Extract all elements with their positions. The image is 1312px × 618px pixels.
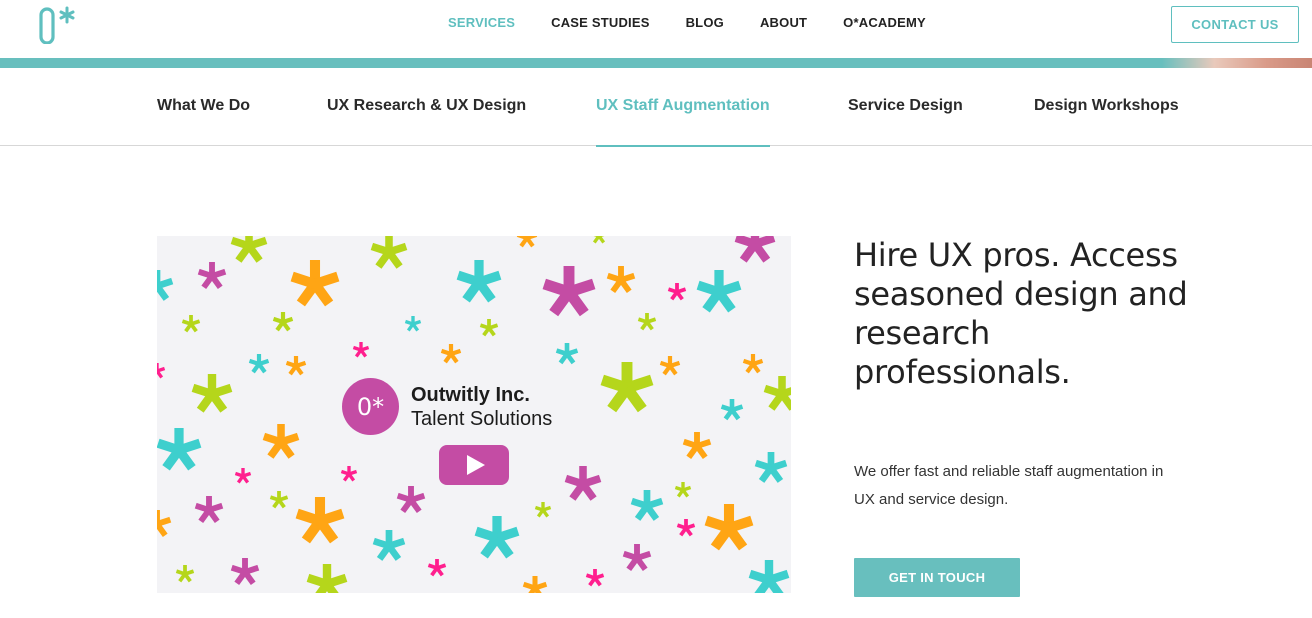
asterisk-icon — [396, 486, 426, 514]
asterisk-icon — [564, 466, 602, 501]
asterisk-icon — [175, 565, 195, 583]
video-thumbnail[interactable]: 0* Outwitly Inc. Talent Solutions — [157, 236, 791, 593]
play-icon — [467, 455, 485, 475]
asterisk-icon — [676, 519, 696, 537]
asterisk-icon — [622, 544, 652, 572]
main-nav: SERVICES CASE STUDIES BLOG ABOUT O*ACADE… — [430, 0, 944, 46]
asterisk-icon — [630, 490, 664, 521]
asterisk-icon — [230, 558, 260, 586]
asterisk-icon — [427, 559, 447, 577]
nav-about[interactable]: ABOUT — [742, 0, 825, 46]
subnav-ux-research-design[interactable]: UX Research & UX Design — [327, 68, 526, 146]
asterisk-icon — [637, 313, 657, 331]
play-button[interactable] — [439, 445, 509, 485]
asterisk-icon — [181, 315, 201, 333]
asterisk-icon — [592, 236, 606, 244]
nav-case-studies[interactable]: CASE STUDIES — [533, 0, 667, 46]
asterisk-icon — [667, 283, 687, 301]
asterisk-icon — [720, 399, 744, 421]
asterisk-icon — [742, 354, 764, 374]
asterisk-icon — [479, 319, 499, 337]
asterisk-icon — [585, 569, 605, 587]
asterisk-icon — [197, 262, 227, 290]
asterisk-icon — [522, 576, 548, 593]
header-accent-bar — [0, 58, 1312, 68]
asterisk-icon — [272, 312, 294, 332]
asterisk-icon — [555, 343, 579, 365]
nav-blog[interactable]: BLOG — [668, 0, 742, 46]
nav-services[interactable]: SERVICES — [430, 0, 533, 46]
asterisk-icon — [306, 564, 348, 593]
asterisk-icon — [269, 491, 289, 509]
asterisk-icon — [404, 316, 422, 332]
asterisk-icon — [290, 260, 340, 307]
asterisk-icon — [230, 236, 268, 263]
get-in-touch-button[interactable]: GET IN TOUCH — [854, 558, 1020, 597]
brand-name: Outwitly Inc. — [411, 383, 530, 406]
asterisk-icon — [696, 270, 742, 313]
nav-academy[interactable]: O*ACADEMY — [825, 0, 944, 46]
brand-logo-icon: 0* — [342, 378, 399, 435]
asterisk-icon — [340, 466, 358, 482]
asterisk-icon — [285, 356, 307, 376]
asterisk-icon — [763, 376, 791, 411]
asterisk-icon — [682, 432, 712, 460]
asterisk-icon — [516, 236, 538, 248]
asterisk-icon — [248, 354, 270, 374]
asterisk-icon — [456, 260, 502, 303]
brand-tagline: Talent Solutions — [411, 407, 553, 430]
asterisk-icon — [474, 516, 520, 559]
asterisk-icon — [600, 362, 654, 413]
asterisk-icon — [157, 428, 202, 471]
subnav-what-we-do[interactable]: What We Do — [157, 68, 250, 146]
asterisk-icon — [262, 424, 300, 459]
asterisk-icon — [295, 497, 345, 544]
subnav-design-workshops[interactable]: Design Workshops — [1034, 68, 1179, 146]
asterisk-icon — [352, 342, 370, 358]
asterisk-icon — [606, 266, 636, 294]
asterisk-icon — [674, 482, 692, 498]
brand-text: Outwitly Inc. Talent Solutions — [411, 383, 552, 431]
services-subnav: What We Do UX Research & UX Design UX St… — [0, 68, 1312, 147]
asterisk-icon — [194, 496, 224, 524]
asterisk-icon — [157, 270, 174, 301]
asterisk-icon — [440, 344, 462, 364]
video-brand: 0* Outwitly Inc. Talent Solutions — [342, 378, 552, 435]
asterisk-icon — [704, 504, 754, 551]
asterisk-icon — [372, 530, 406, 561]
asterisk-icon — [534, 502, 552, 518]
asterisk-icon — [370, 236, 408, 269]
top-header: SERVICES CASE STUDIES BLOG ABOUT O*ACADE… — [0, 0, 1312, 58]
asterisk-icon — [157, 363, 166, 379]
hero-description: We offer fast and reliable staff augment… — [854, 463, 1164, 508]
subnav-service-design[interactable]: Service Design — [848, 68, 963, 146]
asterisk-icon — [754, 452, 788, 483]
asterisk-icon — [157, 510, 172, 538]
subnav-ux-staff-augmentation[interactable]: UX Staff Augmentation — [596, 68, 770, 147]
asterisk-icon — [659, 356, 681, 376]
asterisk-icon — [234, 468, 252, 484]
asterisk-icon — [542, 266, 596, 317]
header-photo-strip — [1162, 58, 1312, 68]
asterisk-icon — [748, 560, 790, 593]
asterisk-icon — [734, 236, 776, 263]
asterisk-icon — [191, 374, 233, 413]
contact-us-button[interactable]: CONTACT US — [1171, 6, 1299, 43]
outwitly-logo[interactable] — [38, 6, 80, 44]
hero-headline: Hire UX pros. Access seasoned design and… — [854, 236, 1188, 391]
